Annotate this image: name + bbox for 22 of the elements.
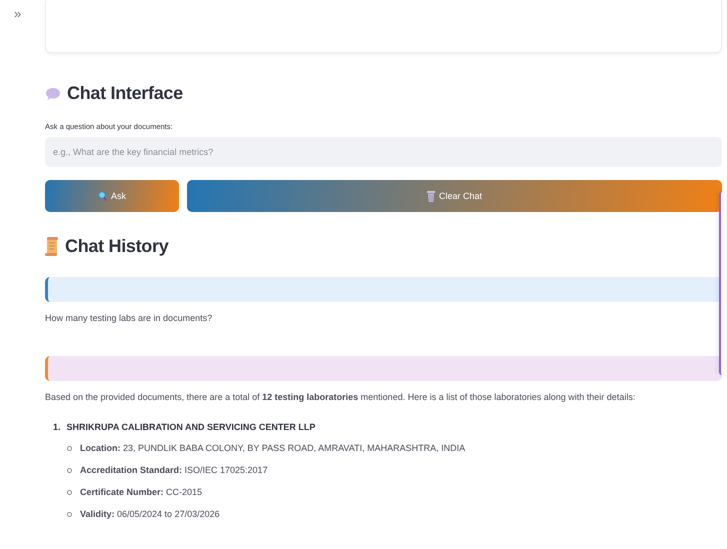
bullet-icon [67,490,72,494]
section-heading: Chat History [65,236,168,257]
detail-text: Accreditation Standard: ISO/IEC 17025:2017 [80,464,268,476]
wastebasket-icon [426,190,435,202]
bullet-icon [67,446,72,450]
list-number: 1. [53,422,61,432]
clear-chat-button[interactable]: Clear Chat [187,180,722,212]
sidebar-toggle[interactable]: » [14,6,22,21]
lab-name: SHRIKRUPA CALIBRATION AND SERVICING CENTER LLP [66,422,316,432]
bullet-icon [67,512,72,516]
scroll-icon [45,236,59,256]
speech-bubble-icon [45,86,61,102]
question-field[interactable]: e.g., What are the key financial metrics? [45,137,722,167]
detail-text: Location: 23, PUNDLIK BABA COLONY, BY PASS ROAD, AMRAVATI, MAHARASHTRA, INDIA [80,442,466,454]
answer-text: Based on the provided documents, there are a total of 12 testing laboratories mentioned. Here is a list of those laboratories along with their details: [45,391,636,403]
search-icon [98,191,107,201]
question-text: How many testing labs are in documents? [45,312,214,324]
section-heading: Chat Interface [67,83,183,104]
bullet-icon [67,468,72,472]
ask-button[interactable]: Ask [45,180,179,212]
detail-text: Certificate Number: CC-2015 [80,486,202,498]
detail-text: Validity: 06/05/2024 to 27/03/2026 [80,508,220,520]
